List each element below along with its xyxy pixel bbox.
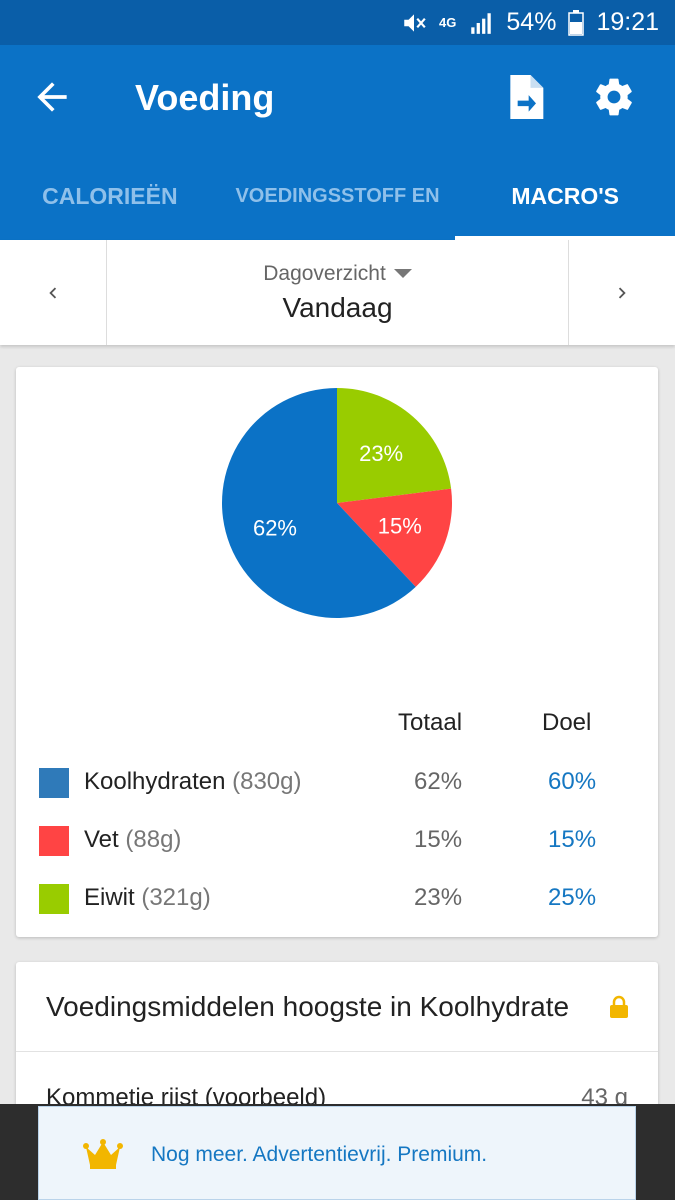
macro-goal[interactable]: 15% — [548, 826, 596, 854]
period-type-label: Dagoverzicht — [263, 261, 386, 285]
period-value: Vandaag — [282, 291, 393, 323]
color-swatch — [39, 884, 69, 914]
tab-bar: CALORIEËN VOEDINGSSTOFF EN MACRO'S — [0, 153, 675, 240]
top-foods-header[interactable]: Voedingsmiddelen hoogste in Koolhydrate — [16, 962, 658, 1052]
macro-name: Eiwit — [84, 884, 135, 911]
battery-icon — [568, 9, 585, 36]
macros-chart-card: 23% 15% 62% Totaal Doel Koolhydraten (830g… — [16, 367, 658, 937]
back-arrow-icon[interactable] — [30, 75, 74, 119]
premium-ad-button[interactable]: Nog meer. Advertentievrij. Premium. — [38, 1106, 636, 1200]
macro-total: 62% — [414, 768, 463, 795]
top-foods-title: Voedingsmiddelen hoogste in Koolhydrate — [46, 990, 570, 1022]
crown-icon — [83, 1139, 123, 1174]
app-bar: Voeding — [0, 45, 675, 153]
date-navigation: Dagoverzicht Vandaag — [0, 240, 675, 345]
macro-total: 23% — [414, 884, 463, 911]
chevron-left-icon — [49, 287, 57, 298]
tab-calorieen[interactable]: CALORIEËN — [0, 153, 220, 240]
tab-macros[interactable]: MACRO'S — [455, 153, 675, 240]
color-swatch — [39, 826, 69, 856]
next-day-button[interactable] — [569, 240, 675, 345]
lock-icon — [608, 994, 630, 1026]
macro-goal[interactable]: 25% — [548, 884, 596, 912]
legend-row-eiwit: Eiwit (321g) 23% 25% — [16, 880, 658, 920]
status-bar: 4G 54% 19:21 — [0, 0, 675, 45]
macro-grams: (321g) — [141, 884, 211, 911]
period-selector[interactable]: Dagoverzicht Vandaag — [106, 240, 569, 345]
macros-pie-chart: 23% 15% 62% — [221, 388, 452, 618]
macro-total: 15% — [414, 826, 463, 853]
macro-name: Vet — [84, 826, 119, 853]
macro-goal[interactable]: 60% — [548, 768, 596, 796]
ad-banner: Nog meer. Advertentievrij. Premium. — [0, 1104, 675, 1200]
pie-slice-label: 23% — [359, 441, 403, 466]
network-icon: 4G — [439, 15, 457, 30]
previous-day-button[interactable] — [0, 240, 106, 345]
tab-voedingsstoffen[interactable]: VOEDINGSSTOFF EN — [220, 153, 456, 240]
pie-slice-label: 62% — [253, 516, 297, 541]
macro-grams: (830g) — [232, 768, 302, 795]
mute-icon — [401, 10, 427, 36]
color-swatch — [39, 768, 69, 798]
page-title: Voeding — [135, 77, 275, 118]
macro-grams: (88g) — [125, 826, 182, 853]
clock: 19:21 — [596, 8, 659, 36]
total-column-header: Totaal — [398, 709, 463, 736]
premium-ad-text: Nog meer. Advertentievrij. Premium. — [151, 1143, 488, 1166]
pie-slice-label: 15% — [378, 514, 422, 539]
battery-percent: 54% — [506, 8, 557, 36]
export-icon[interactable] — [505, 75, 545, 119]
goal-column-header: Doel — [542, 709, 592, 736]
dropdown-arrow-icon — [393, 269, 412, 278]
gear-icon[interactable] — [592, 75, 636, 119]
legend-row-koolhydraten: Koolhydraten (830g) 62% 60% — [16, 764, 658, 804]
signal-icon — [468, 10, 494, 36]
chevron-right-icon — [618, 287, 626, 298]
macro-name: Koolhydraten — [84, 768, 226, 795]
legend-row-vet: Vet (88g) 15% 15% — [16, 822, 658, 862]
